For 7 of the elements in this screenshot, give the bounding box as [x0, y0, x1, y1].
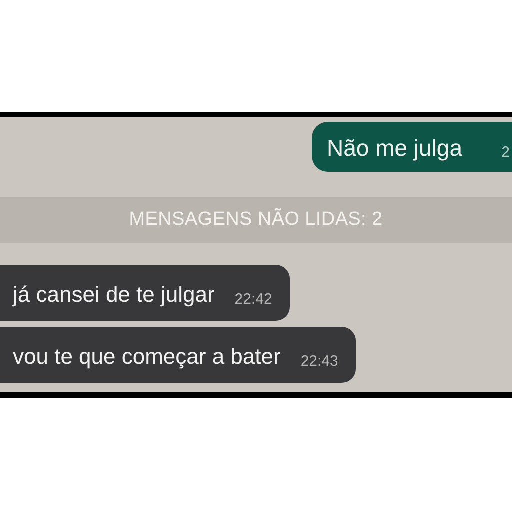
banner-text: MENSAGENS NÃO LIDAS: 2	[129, 207, 383, 232]
message-time: 22:42	[234, 291, 272, 309]
message-text: já cansei de te julgar	[13, 281, 215, 309]
message-text: vou te que começar a bater	[13, 343, 281, 371]
message-text: Não me julga	[327, 134, 463, 162]
message-time: 2	[502, 144, 510, 162]
message-time: 22:43	[300, 353, 338, 371]
